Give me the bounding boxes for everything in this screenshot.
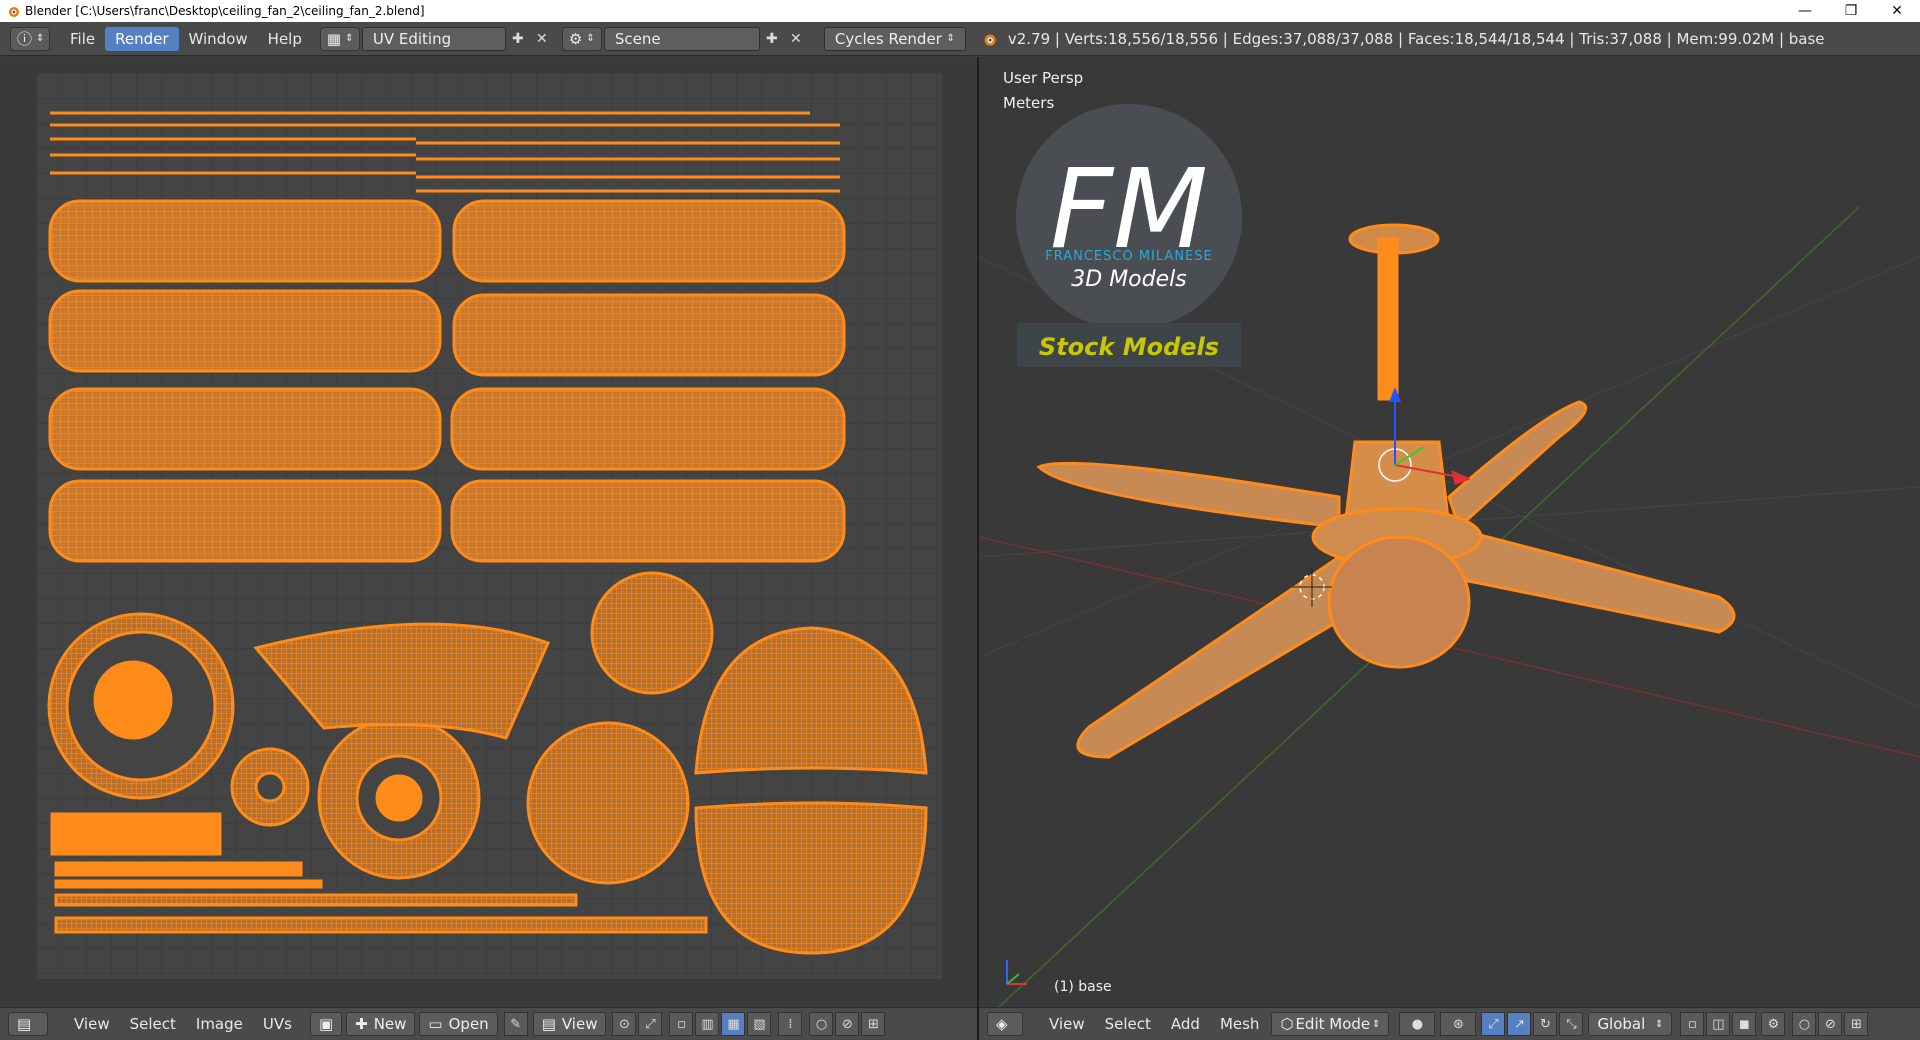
image-icon: ▣ [318, 1015, 334, 1033]
viewport-shading-icon[interactable]: ● [1399, 1012, 1436, 1036]
sync-selection-icon[interactable]: ⤢ [638, 1012, 663, 1036]
snap-icon[interactable]: ⊘ [835, 1012, 860, 1036]
menu-mesh[interactable]: Mesh [1210, 1012, 1270, 1036]
add-screen-icon[interactable]: ✚ [506, 27, 530, 51]
chevron-updown-icon: ⇕ [1655, 1018, 1664, 1030]
editor-type-button[interactable]: ▤ [8, 1012, 48, 1036]
menu-help[interactable]: Help [258, 27, 312, 51]
open-image-label: Open [448, 1015, 489, 1033]
image-browse-button[interactable]: ▣ [309, 1012, 343, 1036]
blender-logo-icon [984, 34, 996, 46]
vertex-select-mode-icon[interactable]: ▫ [1680, 1012, 1705, 1036]
screen-layout-browse-button[interactable]: ▦ ⇕ [319, 26, 360, 51]
pivot-point-icon[interactable]: ⊛ [1440, 1012, 1477, 1036]
layout-grid-icon: ▦ [326, 29, 342, 48]
brand-logo: FM FRANCESCO MILANESE 3D Models Stock Mo… [1016, 104, 1242, 367]
edge-select-mode-icon[interactable]: ◫ [1706, 1012, 1731, 1036]
info-header: ⓘ ⇕ File Render Window Help ▦ ⇕ UV Editing… [0, 22, 1920, 56]
chevron-updown-icon: ⇕ [36, 33, 45, 44]
image-editor-icon: ▤ [17, 1015, 32, 1033]
translate-icon[interactable]: ↗ [1507, 1012, 1532, 1036]
proportional-editing-icon[interactable]: ○ [1792, 1012, 1817, 1036]
remove-scene-icon[interactable]: ✕ [784, 27, 808, 51]
cube-icon: ◈ [996, 1015, 1008, 1033]
new-image-label: New [373, 1015, 407, 1033]
scene-icon: ⚙ [568, 29, 583, 48]
scene-field[interactable]: Scene [603, 26, 760, 51]
logo-subtitle: 3D Models [1071, 267, 1186, 292]
render-engine-label: Cycles Render [834, 29, 942, 48]
scene-statistics: v2.79 | Verts:18,556/18,556 | Edges:37,0… [1007, 29, 1825, 48]
active-object-label: (1) base [1054, 979, 1112, 995]
window-title: Blender [C:\Users\franc\Desktop\ceiling_… [25, 4, 425, 18]
view-mode-icon: ▤ [541, 1015, 556, 1033]
scale-icon[interactable]: ⤡ [1559, 1012, 1584, 1036]
info-icon: ⓘ [17, 30, 33, 48]
render-engine-dropdown[interactable]: Cycles Render ⇕ [823, 26, 966, 51]
plus-icon: ✚ [355, 1015, 368, 1033]
menu-uvs[interactable]: UVs [253, 1012, 302, 1036]
restore-button[interactable]: ❐ [1828, 0, 1874, 22]
face-select-icon[interactable]: ▦ [721, 1012, 746, 1036]
rotate-icon[interactable]: ↻ [1533, 1012, 1558, 1036]
editor-type-info-button[interactable]: ⓘ ⇕ [10, 26, 50, 51]
pivot-icon[interactable]: ⊙ [612, 1012, 637, 1036]
viewport-scene: FM FRANCESCO MILANESE 3D Models Stock Mo… [979, 104, 1920, 1007]
proportional-edit-icon[interactable]: ○ [809, 1012, 834, 1036]
logo-name: FRANCESCO MILANESE [1045, 249, 1212, 264]
uv-canvas[interactable] [36, 73, 942, 979]
edge-select-icon[interactable]: ▥ [695, 1012, 720, 1036]
menu-window[interactable]: Window [179, 27, 258, 51]
3d-viewport[interactable]: User Persp Meters FM FRANCESCO MILANESE … [979, 57, 1920, 1007]
mode-dropdown[interactable]: ⬡ Edit Mode ⇕ [1271, 1012, 1390, 1036]
menu-view[interactable]: View [64, 1012, 120, 1036]
scene-browse-button[interactable]: ⚙ ⇕ [561, 26, 602, 51]
axis-indicator-icon [1006, 960, 1027, 985]
manipulator-toggle-icon[interactable]: ⤢ [1481, 1012, 1506, 1036]
add-scene-icon[interactable]: ✚ [760, 27, 784, 51]
blender-logo-icon [9, 7, 19, 17]
island-select-icon[interactable]: ▧ [747, 1012, 772, 1036]
snap-element-icon[interactable]: ⊞ [1844, 1012, 1869, 1036]
transform-orientation-dropdown[interactable]: Global ⇕ [1588, 1012, 1673, 1036]
uv-image-editor[interactable] [0, 57, 977, 1007]
open-image-button[interactable]: ▭ Open [419, 1012, 498, 1036]
menu-add[interactable]: Add [1161, 1012, 1210, 1036]
folder-icon: ▭ [428, 1015, 443, 1033]
view-mode-label: View [561, 1015, 598, 1033]
stock-models-label: Stock Models [1039, 333, 1219, 361]
3d-view-header: ◈ View Select Add Mesh ⬡ Edit Mode ⇕ ● ⊛ ⤢… [979, 1007, 1920, 1040]
face-select-mode-icon[interactable]: ◼ [1732, 1012, 1757, 1036]
minimize-button[interactable]: — [1782, 0, 1828, 22]
menu-image[interactable]: Image [186, 1012, 253, 1036]
edit-mode-icon: ⬡ [1280, 1015, 1294, 1033]
pin-icon[interactable]: ✎ [503, 1012, 528, 1036]
remove-screen-icon[interactable]: ✕ [530, 27, 554, 51]
menu-render[interactable]: Render [105, 26, 179, 51]
vertex-select-icon[interactable]: ▫ [669, 1012, 694, 1036]
window-controls: — ❐ ✕ [1782, 0, 1920, 22]
mode-label: Edit Mode [1295, 1015, 1371, 1033]
occlude-geometry-icon[interactable]: ⚙ [1761, 1012, 1786, 1036]
uv-editor-header: ▤ View Select Image UVs ▣ ✚ New ▭ Open ✎ ▤… [0, 1007, 977, 1040]
snap-target-icon[interactable]: ⊞ [861, 1012, 886, 1036]
chevron-updown-icon: ⇕ [586, 33, 595, 44]
menu-select[interactable]: Select [1095, 1012, 1161, 1036]
orientation-label: Global [1597, 1015, 1646, 1033]
editor-type-button[interactable]: ◈ [987, 1012, 1023, 1036]
menu-view[interactable]: View [1039, 1012, 1095, 1036]
chevron-updown-icon: ⇕ [946, 33, 955, 44]
menu-select[interactable]: Select [120, 1012, 186, 1036]
view-mode-dropdown[interactable]: ▤ View [532, 1012, 607, 1036]
menu-file[interactable]: File [60, 27, 105, 51]
uv-layout [36, 73, 942, 979]
new-image-button[interactable]: ✚ New [346, 1012, 416, 1036]
chevron-updown-icon: ⇕ [345, 33, 354, 44]
window-title-bar: Blender [C:\Users\franc\Desktop\ceiling_… [0, 0, 1920, 22]
chevron-updown-icon: ⇕ [1372, 1018, 1381, 1030]
sticky-select-icon[interactable]: ⁞ [778, 1012, 803, 1036]
screen-layout-field[interactable]: UV Editing [361, 26, 506, 51]
close-button[interactable]: ✕ [1874, 0, 1920, 22]
snap-toggle-icon[interactable]: ⊘ [1818, 1012, 1843, 1036]
